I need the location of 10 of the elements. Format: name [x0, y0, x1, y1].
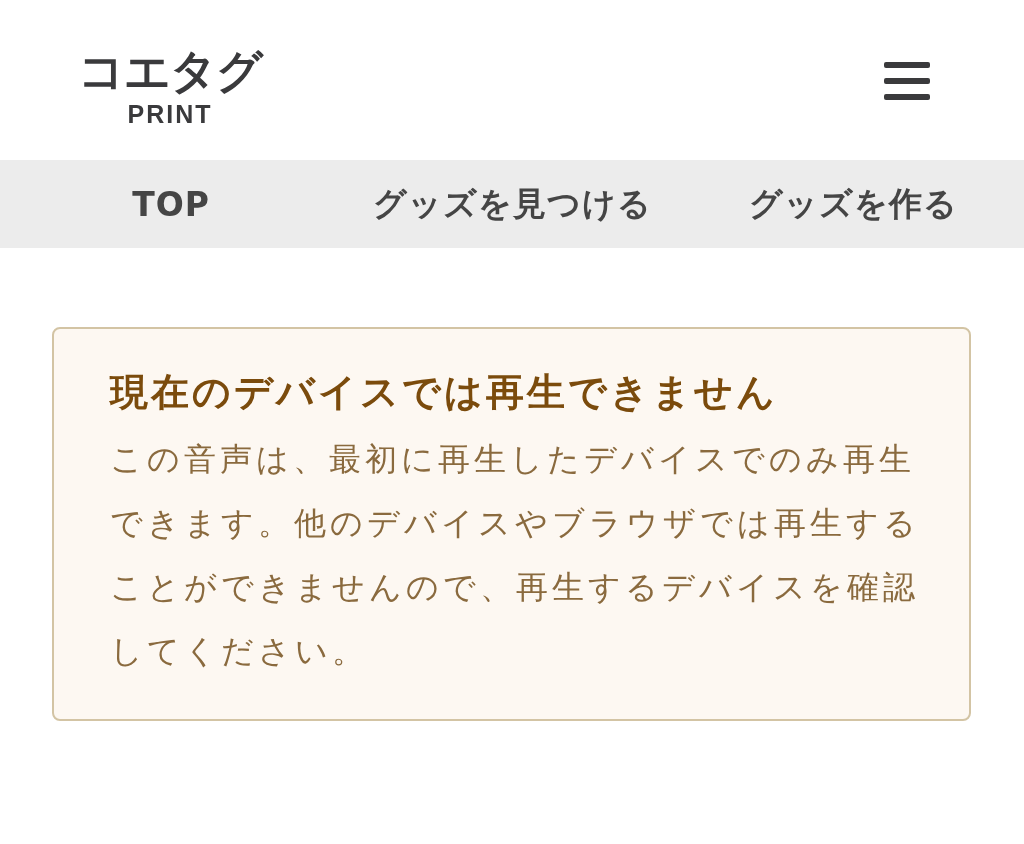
- logo-text: コエタグ: [78, 47, 262, 94]
- menu-button[interactable]: [884, 62, 930, 100]
- notice-text: この音声は、最初に再生したデバイスでのみ再生できます。他のデバイスやブラウザでは再生することができませんので、再生するデバイスを確認してください。: [110, 439, 921, 672]
- logo-subtitle: PRINT: [127, 101, 213, 127]
- nav-link[interactable]: グッズを見つける: [372, 181, 652, 227]
- notice-title: 現在のデバイスでは再生できません: [110, 369, 779, 416]
- logo-link[interactable]: コエタグ PRINT: [78, 47, 262, 127]
- nav-link[interactable]: グッズを作る: [748, 181, 958, 227]
- menu-icon: [884, 62, 930, 100]
- nav-link[interactable]: TOP: [132, 184, 210, 224]
